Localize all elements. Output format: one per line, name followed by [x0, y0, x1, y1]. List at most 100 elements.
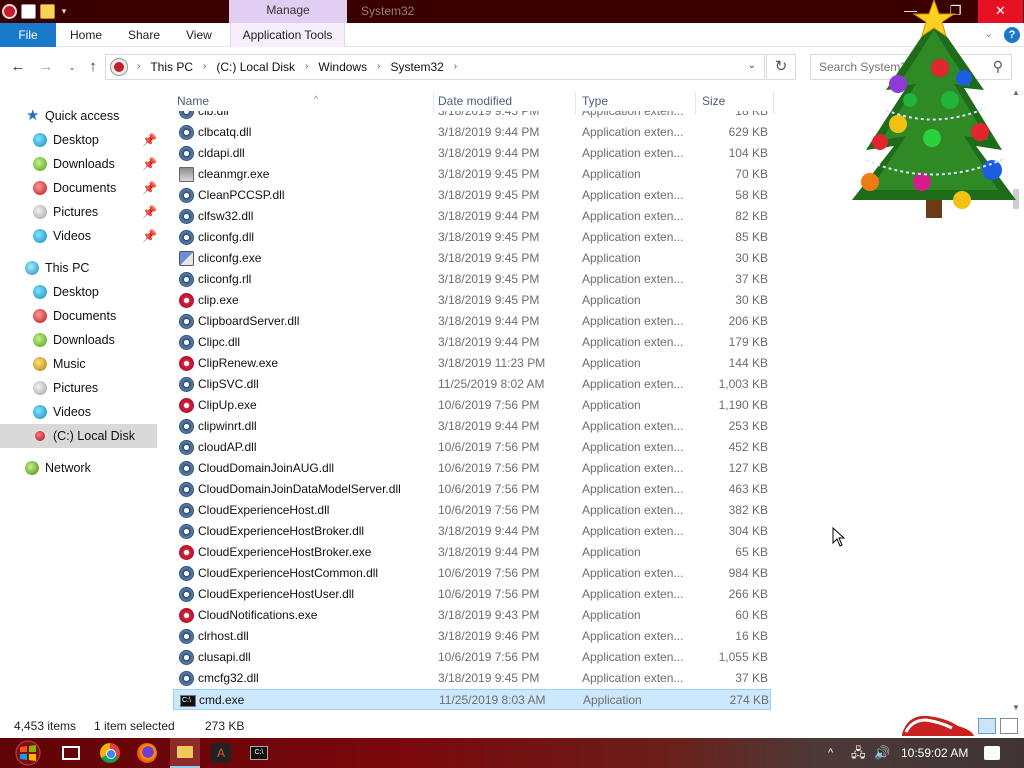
sidebar-item-pc-videos[interactable]: Videos — [0, 400, 157, 424]
dll-file-icon — [179, 503, 194, 518]
firefox-icon[interactable] — [137, 743, 157, 763]
address-bar[interactable]: › This PC › (C:) Local Disk › Windows › … — [105, 54, 765, 80]
file-type: Application exten... — [582, 111, 684, 118]
dll-file-icon — [179, 188, 194, 203]
tab-file[interactable]: File — [0, 23, 56, 47]
file-type: Application — [583, 693, 642, 707]
sidebar-item-pc-downloads[interactable]: Downloads — [0, 328, 157, 352]
forward-button[interactable]: → — [36, 57, 56, 77]
customize-toolbar-icon[interactable]: ▾ — [59, 4, 69, 19]
breadcrumb-separator[interactable]: › — [300, 55, 313, 79]
sidebar-item-pc-documents[interactable]: Documents — [0, 304, 157, 328]
sidebar-item-network[interactable]: Network — [0, 456, 157, 480]
breadcrumb-separator[interactable]: › — [449, 55, 462, 79]
table-row[interactable]: cldapi.dll 3/18/2019 9:44 PM Application e… — [173, 143, 771, 164]
start-button-icon[interactable] — [8, 740, 48, 766]
table-row[interactable]: ClipboardServer.dll 3/18/2019 9:44 PM Appl… — [173, 311, 771, 332]
file-date: 10/6/2019 7:56 PM — [438, 650, 540, 664]
table-row[interactable]: ClipRenew.exe 3/18/2019 11:23 PM Applicati… — [173, 353, 771, 374]
network-tray-icon[interactable]: 🖧 — [851, 738, 866, 768]
breadcrumb-separator[interactable]: › — [132, 55, 145, 79]
file-type: Application exten... — [582, 188, 684, 202]
sidebar-item-pictures[interactable]: Pictures 📌 — [0, 200, 157, 224]
file-explorer-taskbar-button[interactable] — [170, 738, 200, 768]
properties-icon[interactable] — [21, 4, 36, 19]
table-row[interactable]: CloudNotifications.exe 3/18/2019 9:43 PM A… — [173, 605, 771, 626]
table-row[interactable]: cliconfg.dll 3/18/2019 9:45 PM Application… — [173, 227, 771, 248]
table-row[interactable]: clbcatq.dll 3/18/2019 9:44 PM Application … — [173, 122, 771, 143]
table-row[interactable]: cmcfg32.dll 3/18/2019 9:45 PM Application … — [173, 668, 771, 689]
notification-icon[interactable] — [984, 746, 1000, 760]
sidebar-item-pc-desktop[interactable]: Desktop — [0, 280, 157, 304]
table-row[interactable]: CloudExperienceHostUser.dll 10/6/2019 7:5… — [173, 584, 771, 605]
table-row[interactable]: clusapi.dll 10/6/2019 7:56 PM Application … — [173, 647, 771, 668]
table-row[interactable]: cleanmgr.exe 3/18/2019 9:45 PM Application… — [173, 164, 771, 185]
application-icon — [179, 293, 194, 308]
table-row[interactable]: cmd.exe 11/25/2019 8:03 AM Application 274 … — [173, 689, 771, 711]
scroll-down-icon[interactable]: ▼ — [1012, 703, 1020, 712]
file-size: 253 KB — [728, 419, 768, 433]
chrome-icon[interactable] — [100, 743, 120, 763]
new-folder-icon[interactable] — [40, 4, 55, 19]
volume-icon[interactable]: 🔊 — [874, 738, 890, 768]
sidebar-item-desktop[interactable]: Desktop 📌 — [0, 128, 157, 152]
tab-application-tools[interactable]: Application Tools — [230, 23, 345, 47]
table-row[interactable]: CloudExperienceHostBroker.dll 3/18/2019 9… — [173, 521, 771, 542]
breadcrumb-local-disk[interactable]: (C:) Local Disk — [211, 55, 300, 79]
address-dropdown-icon[interactable]: ⌄ — [748, 60, 756, 71]
table-row[interactable]: CleanPCCSP.dll 3/18/2019 9:45 PM Applicati… — [173, 185, 771, 206]
table-row[interactable]: clipwinrt.dll 3/18/2019 9:44 PM Applicatio… — [173, 416, 771, 437]
command-prompt-taskbar-icon[interactable]: C:\ — [250, 746, 268, 760]
table-row[interactable]: CloudDomainJoinAUG.dll 10/6/2019 7:56 PM A… — [173, 458, 771, 479]
file-size: 37 KB — [735, 272, 768, 286]
table-row[interactable]: cliconfg.rll 3/18/2019 9:45 PM Application… — [173, 269, 771, 290]
manage-contextual-tab[interactable]: Manage — [229, 0, 347, 23]
breadcrumb-separator[interactable]: › — [198, 55, 211, 79]
breadcrumb-windows[interactable]: Windows — [313, 55, 372, 79]
tab-view[interactable]: View — [186, 23, 212, 47]
desktop-icon — [33, 285, 47, 299]
large-icons-view-icon[interactable] — [1000, 718, 1018, 734]
sidebar-item-pc-pictures[interactable]: Pictures — [0, 376, 157, 400]
show-hidden-icons-icon[interactable]: ^ — [828, 738, 833, 768]
table-row[interactable]: CloudExperienceHostBroker.exe 3/18/2019 9… — [173, 542, 771, 563]
sidebar-item-documents[interactable]: Documents 📌 — [0, 176, 157, 200]
table-row[interactable]: ClipUp.exe 10/6/2019 7:56 PM Application 1,… — [173, 395, 771, 416]
details-view-icon[interactable] — [978, 718, 996, 734]
breadcrumb-system32[interactable]: System32 — [385, 55, 448, 79]
table-row[interactable]: CloudExperienceHostCommon.dll 10/6/2019 7… — [173, 563, 771, 584]
file-size: 37 KB — [735, 671, 768, 685]
breadcrumb-this-pc[interactable]: This PC — [145, 55, 198, 79]
clock[interactable]: 10:59:02 AM — [901, 738, 968, 768]
table-row[interactable]: CloudDomainJoinDataModelServer.dll 10/6/2… — [173, 479, 771, 500]
sidebar-item-quick-access[interactable]: ★ Quick access — [0, 104, 157, 128]
table-row[interactable]: ClipSVC.dll 11/25/2019 8:02 AM Application… — [173, 374, 771, 395]
breadcrumb-separator[interactable]: › — [372, 55, 385, 79]
sidebar-item-this-pc[interactable]: This PC — [0, 256, 157, 280]
tab-home[interactable]: Home — [70, 23, 102, 47]
file-name: clrhost.dll — [198, 629, 249, 643]
dll-file-icon — [179, 587, 194, 602]
sidebar-item-downloads[interactable]: Downloads 📌 — [0, 152, 157, 176]
table-row[interactable]: cliconfg.exe 3/18/2019 9:45 PM Application… — [173, 248, 771, 269]
table-row[interactable]: clb.dll 3/18/2019 9:45 PM Application exte… — [173, 111, 771, 122]
table-row[interactable]: clip.exe 3/18/2019 9:45 PM Application 30 K… — [173, 290, 771, 311]
table-row[interactable]: clrhost.dll 3/18/2019 9:46 PM Application … — [173, 626, 771, 647]
sidebar-item-local-disk[interactable]: (C:) Local Disk — [0, 424, 157, 448]
up-button[interactable]: ↑ — [83, 57, 103, 77]
table-row[interactable]: cloudAP.dll 10/6/2019 7:56 PM Application … — [173, 437, 771, 458]
refresh-button[interactable]: ↻ — [766, 54, 796, 80]
table-row[interactable]: Clipc.dll 3/18/2019 9:44 PM Application ex… — [173, 332, 771, 353]
table-row[interactable]: clfsw32.dll 3/18/2019 9:44 PM Application … — [173, 206, 771, 227]
app-icon[interactable] — [2, 4, 17, 19]
recent-locations-button[interactable]: ⌄ — [62, 57, 82, 77]
table-row[interactable]: CloudExperienceHost.dll 10/6/2019 7:56 PM… — [173, 500, 771, 521]
tab-share[interactable]: Share — [128, 23, 160, 47]
column-header-label: Name — [177, 94, 210, 108]
item-count: 4,453 items — [14, 719, 77, 733]
task-view-icon[interactable] — [62, 746, 80, 760]
back-button[interactable]: ← — [8, 57, 28, 77]
sidebar-item-videos[interactable]: Videos 📌 — [0, 224, 157, 248]
app-taskbar-icon[interactable]: A — [211, 743, 231, 763]
sidebar-item-pc-music[interactable]: Music — [0, 352, 157, 376]
